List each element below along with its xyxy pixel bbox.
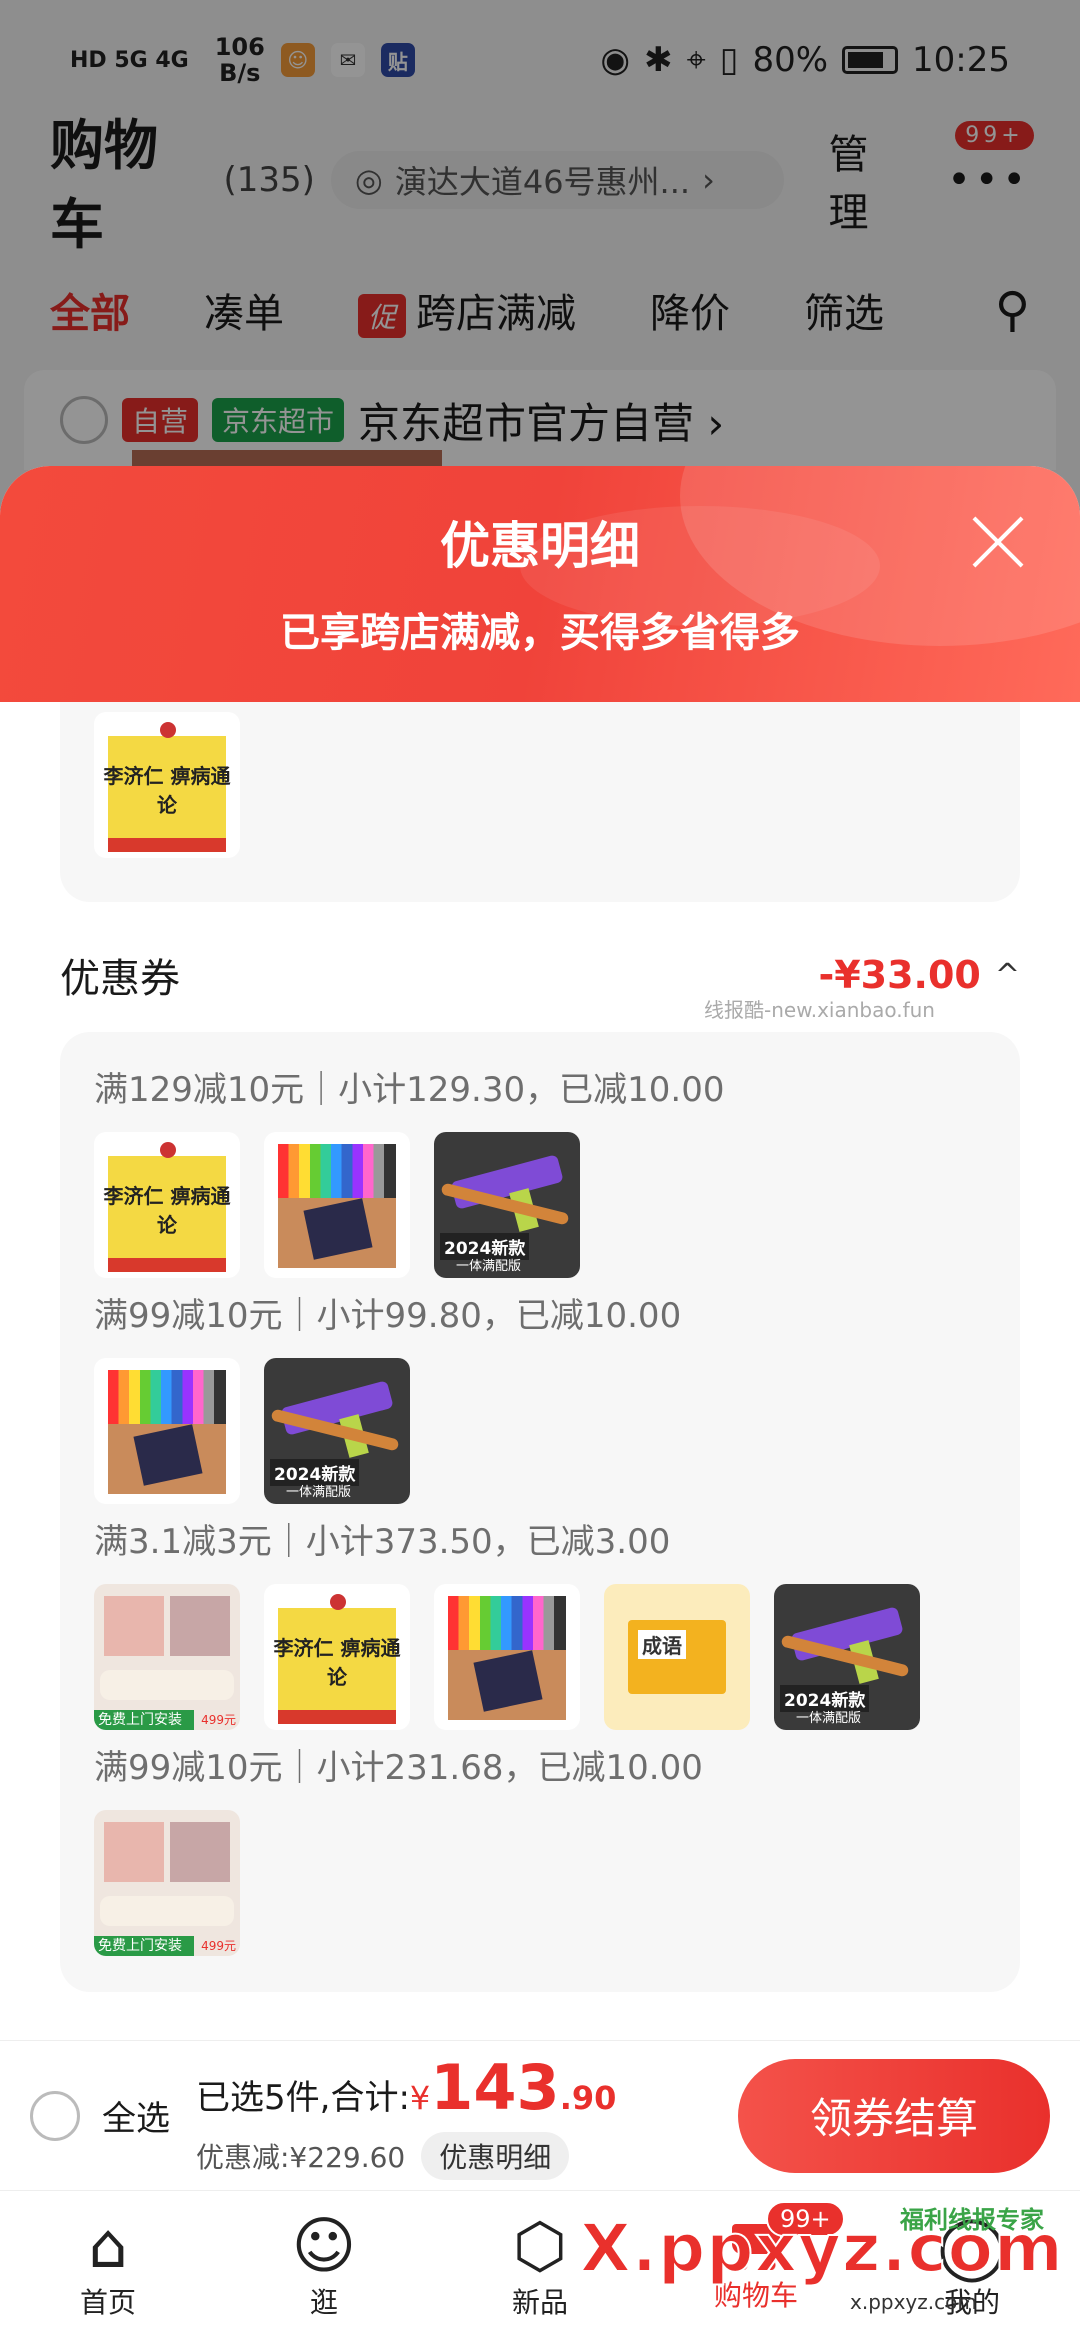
previous-group-card: 李济仁 痹病通论 <box>60 702 1020 902</box>
price-summary: 已选5件,合计: ¥ 143 .90 优惠减:¥229.60 优惠明细 <box>196 2051 616 2180</box>
gun-sublabel: 一体满配版 <box>796 1711 862 1726</box>
product-thumb-idiom-game[interactable]: 成语 <box>604 1584 750 1730</box>
product-thumb-markers[interactable] <box>264 1132 410 1278</box>
checkout-bar: 全选 已选5件,合计: ¥ 143 .90 优惠减:¥229.60 优惠明细 领… <box>0 2040 1080 2190</box>
selected-count-text: 已选5件,合计: <box>196 2078 410 2118</box>
watermark-text: 线报酷-new.xianbao.fun <box>704 998 935 1022</box>
coupon-group-products: 免费上门安装 499元 <box>94 1810 986 1956</box>
gun-sublabel: 一体满配版 <box>456 1259 522 1274</box>
nav-browse[interactable]: ☺ 逛 <box>216 2191 432 2340</box>
product-thumb-markers[interactable] <box>94 1358 240 1504</box>
coupon-group-products: 李济仁 痹病通论 2024新款 一体满配版 <box>94 1132 986 1278</box>
nav-home-label: 首页 <box>79 2285 136 2319</box>
discount-detail-sheet: 优惠明细 已享跨店满减，买得多省得多 李济仁 痹病通论 优惠券 -¥33.00 … <box>0 466 1080 2046</box>
cube-icon: ⬡ <box>512 2208 568 2282</box>
coupon-group-label: 满3.1减3元｜小计373.50，已减3.00 <box>94 1522 671 1562</box>
watermark-small: x.ppxyz.com <box>850 2290 977 2314</box>
sheet-subtitle: 已享跨店满减，买得多省得多 <box>280 610 800 656</box>
book-cover-text: 李济仁 痹病通论 <box>273 1636 401 1689</box>
wall-price: 499元 <box>201 1939 236 1953</box>
coupon-total-amount: -¥33.00 <box>818 953 981 997</box>
product-thumb-wall-art[interactable]: 免费上门安装 499元 <box>94 1584 240 1730</box>
discount-text: 优惠减:¥229.60 <box>196 2141 406 2174</box>
sheet-title: 优惠明细 <box>440 517 640 575</box>
close-icon[interactable] <box>968 512 1028 572</box>
coupon-group-label: 满99减10元｜小计231.68，已减10.00 <box>94 1748 703 1788</box>
watermark-big: X.ppxyz.com <box>579 2209 1064 2288</box>
chevron-up-icon: ^ <box>994 957 1020 993</box>
wall-price: 499元 <box>201 1713 236 1727</box>
home-icon: ⌂ <box>88 2208 128 2282</box>
nav-browse-label: 逛 <box>309 2285 338 2319</box>
coupon-groups-card: 满129减10元｜小计129.30，已减10.00 李济仁 痹病通论 2024新款一… <box>60 1032 1020 1992</box>
install-banner: 免费上门安装 <box>94 1936 194 1956</box>
idiom-label: 成语 <box>638 1630 686 1659</box>
coupon-group-products: 免费上门安装 499元 李济仁 痹病通论 成语 2024新款 一体满配版 <box>94 1584 986 1730</box>
coupon-group-label: 满129减10元｜小计129.30，已减10.00 <box>94 1070 725 1110</box>
book-cover-text: 李济仁 痹病通论 <box>103 1184 231 1237</box>
product-thumb-book[interactable]: 李济仁 痹病通论 <box>94 712 240 858</box>
product-thumb-toy-gun[interactable]: 2024新款 一体满配版 <box>264 1358 410 1504</box>
book-cover-text: 李济仁 痹病通论 <box>103 764 231 817</box>
product-thumb-toy-gun[interactable]: 2024新款 一体满配版 <box>774 1584 920 1730</box>
product-thumb-wall-art[interactable]: 免费上门安装 499元 <box>94 1810 240 1956</box>
currency-symbol: ¥ <box>409 2079 431 2117</box>
product-thumb-toy-gun[interactable]: 2024新款 一体满配版 <box>434 1132 580 1278</box>
select-all-radio[interactable] <box>30 2090 80 2141</box>
product-thumb-book[interactable]: 李济仁 痹病通论 <box>94 1132 240 1278</box>
checkout-button[interactable]: 领券结算 <box>738 2058 1050 2173</box>
coupon-section-title: 优惠券 <box>60 956 180 1002</box>
product-thumb-book[interactable]: 李济仁 痹病通论 <box>264 1584 410 1730</box>
sheet-header: 优惠明细 已享跨店满减，买得多省得多 <box>0 466 1080 702</box>
discount-detail-button[interactable]: 优惠明细 <box>421 2132 570 2180</box>
coupon-group-label: 满99减10元｜小计99.80，已减10.00 <box>94 1296 682 1336</box>
total-price-integer: 143 <box>430 2051 560 2124</box>
nav-new-label: 新品 <box>511 2285 568 2319</box>
install-banner: 免费上门安装 <box>94 1710 194 1730</box>
gun-sublabel: 一体满配版 <box>286 1485 352 1500</box>
nav-home[interactable]: ⌂ 首页 <box>0 2191 216 2340</box>
coupon-group-products: 2024新款 一体满配版 <box>94 1358 986 1504</box>
face-icon: ☺ <box>291 2208 357 2282</box>
product-thumb-markers[interactable] <box>434 1584 580 1730</box>
total-price-decimal: .90 <box>559 2079 617 2117</box>
select-all-label[interactable]: 全选 <box>102 2091 170 2140</box>
